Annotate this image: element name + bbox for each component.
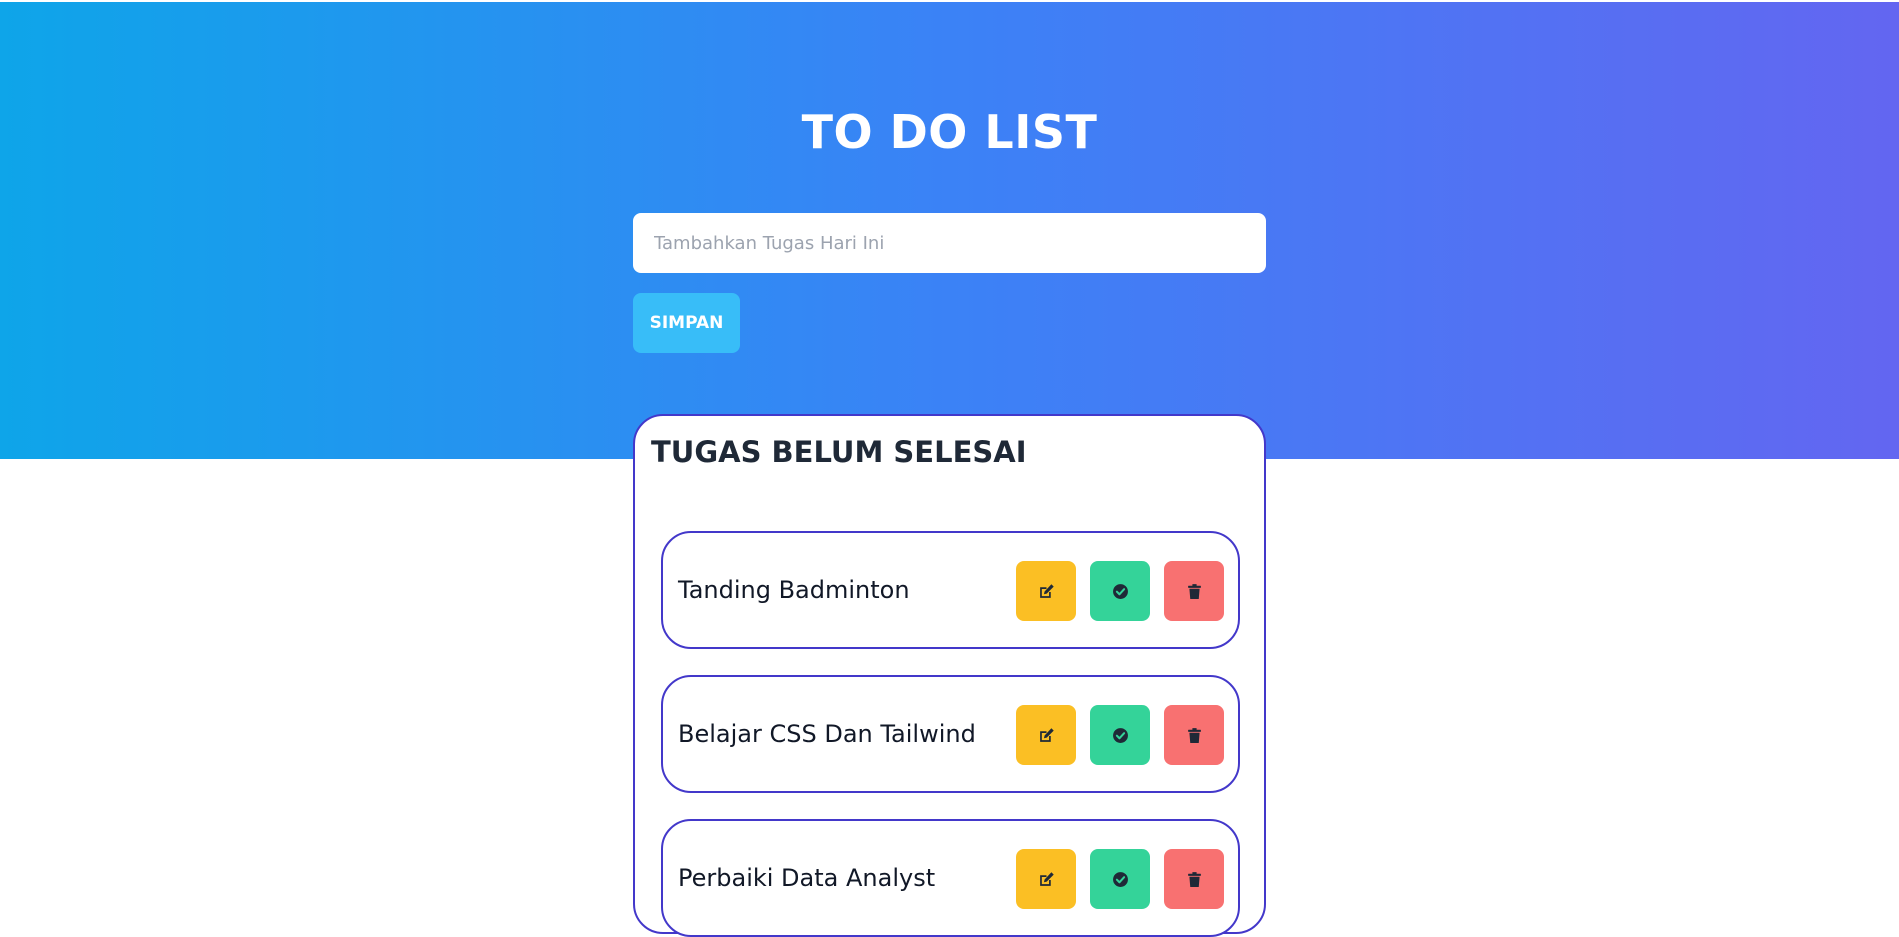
task-label: Perbaiki Data Analyst — [678, 864, 936, 892]
edit-button[interactable] — [1016, 849, 1076, 909]
edit-icon — [1038, 727, 1055, 744]
edit-icon — [1038, 871, 1055, 888]
task-item: Belajar CSS Dan Tailwind — [661, 675, 1240, 793]
delete-button[interactable] — [1164, 561, 1224, 621]
task-item: Tanding Badminton — [661, 531, 1240, 649]
complete-button[interactable] — [1090, 705, 1150, 765]
task-label: Belajar CSS Dan Tailwind — [678, 720, 976, 748]
edit-button[interactable] — [1016, 705, 1076, 765]
trash-icon — [1186, 583, 1203, 600]
trash-icon — [1186, 871, 1203, 888]
delete-button[interactable] — [1164, 705, 1224, 765]
card-title: TUGAS BELUM SELESAI — [651, 435, 1027, 469]
edit-button[interactable] — [1016, 561, 1076, 621]
trash-icon — [1186, 727, 1203, 744]
edit-icon — [1038, 583, 1055, 600]
task-label: Tanding Badminton — [678, 576, 910, 604]
check-circle-icon — [1112, 583, 1129, 600]
task-input[interactable] — [633, 213, 1266, 273]
page-title: TO DO LIST — [801, 105, 1098, 159]
complete-button[interactable] — [1090, 849, 1150, 909]
delete-button[interactable] — [1164, 849, 1224, 909]
check-circle-icon — [1112, 871, 1129, 888]
save-button[interactable]: SIMPAN — [633, 293, 740, 353]
complete-button[interactable] — [1090, 561, 1150, 621]
task-item: Perbaiki Data Analyst — [661, 819, 1240, 937]
pending-tasks-card: TUGAS BELUM SELESAI Tanding Badminton Be… — [633, 414, 1266, 937]
check-circle-icon — [1112, 727, 1129, 744]
